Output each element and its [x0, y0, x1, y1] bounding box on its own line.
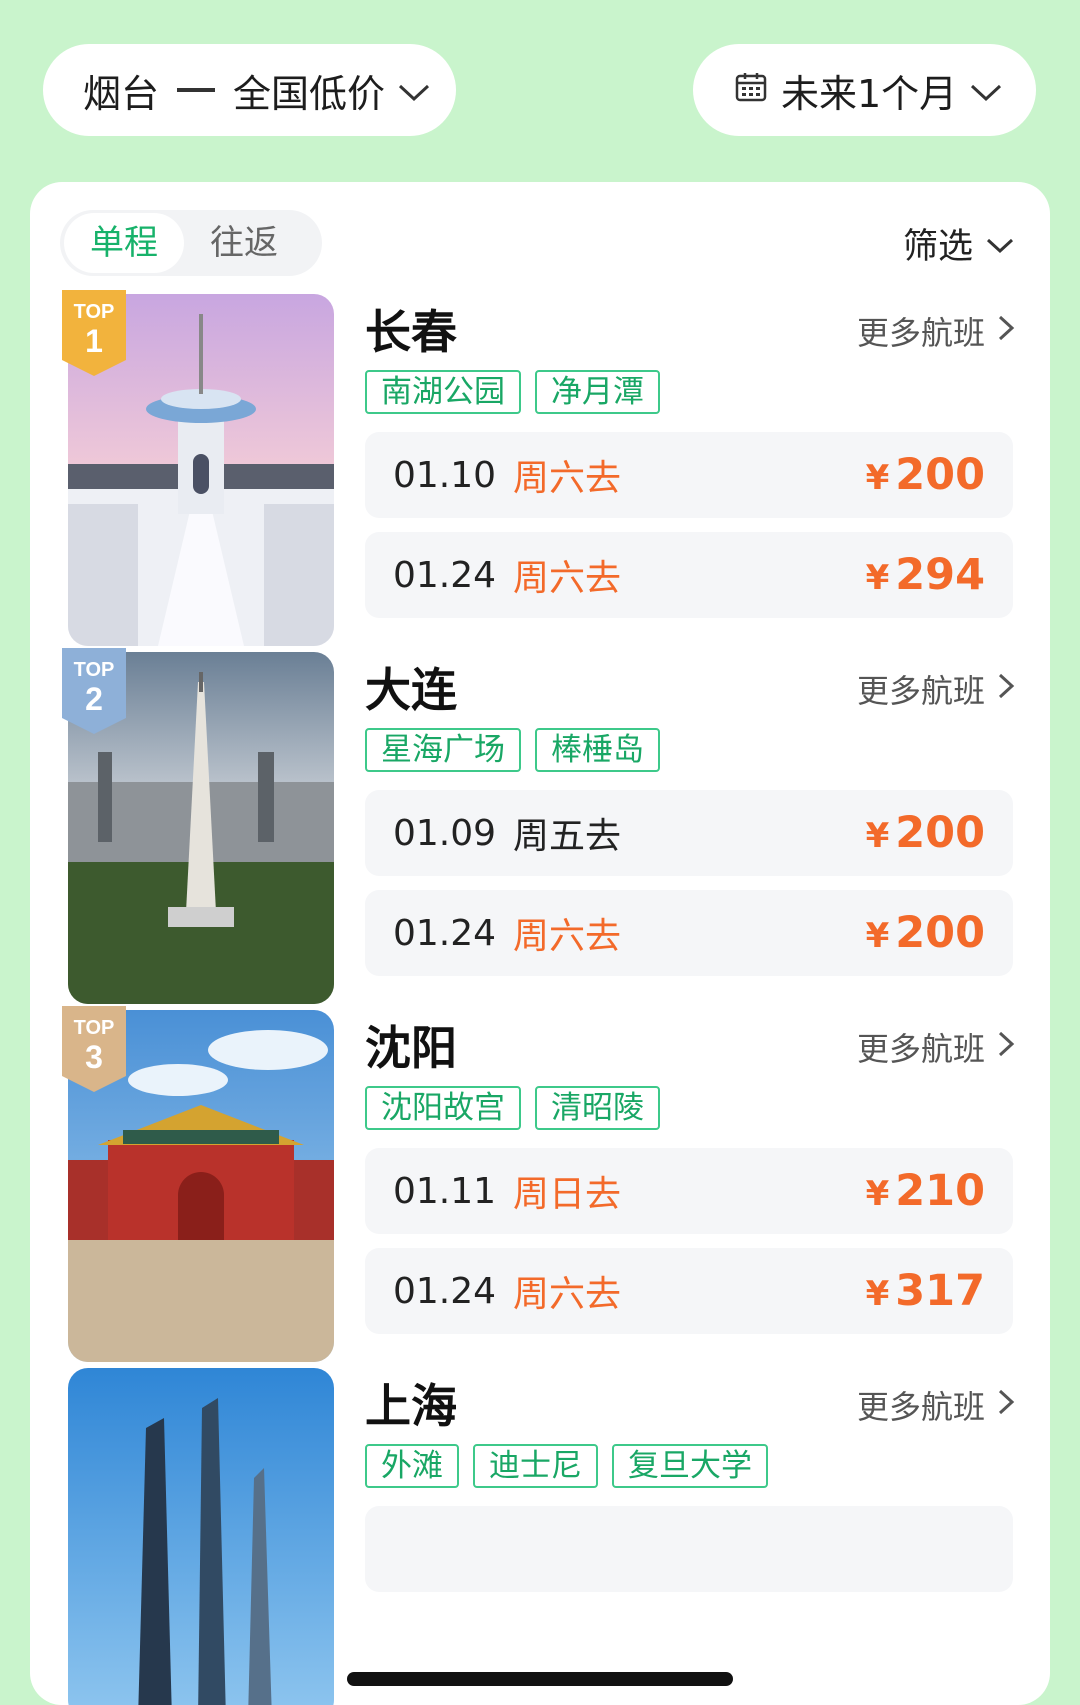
destination-item[interactable]: 上海 更多航班 外滩 迪士尼 复旦大学 [30, 1368, 1050, 1705]
tab-round-trip[interactable]: 往返 [184, 210, 304, 276]
flight-price: ¥200 [866, 808, 985, 858]
flight-date: 01.11 [393, 1170, 497, 1212]
flight-price: ¥200 [866, 450, 985, 500]
date-range-selector[interactable]: 未来1个月 [693, 44, 1036, 136]
currency-symbol: ¥ [865, 558, 890, 598]
route-dash [177, 88, 216, 92]
more-flights-link[interactable]: 更多航班 [857, 308, 1015, 354]
attraction-tag: 迪士尼 [473, 1444, 598, 1488]
more-flights-link[interactable]: 更多航班 [857, 1382, 1015, 1428]
price-value: 317 [895, 1266, 985, 1316]
destination-name: 大连 [365, 663, 457, 717]
more-flights-label: 更多航班 [856, 314, 985, 352]
rank-number: 1 [85, 323, 103, 359]
filter-label: 筛选 [902, 227, 973, 267]
tag-list: 沈阳故宫 清昭陵 [365, 1086, 660, 1130]
flight-option[interactable]: 01.24 周六去 ¥317 [365, 1248, 1013, 1334]
rank-number: 3 [85, 1039, 103, 1075]
currency-symbol: ¥ [865, 1174, 890, 1214]
results-card: 单程 往返 筛选 TOP 1 长春 更多航班 南湖公园 净月潭 01.10 周六… [30, 182, 1050, 1705]
rank-label: TOP [74, 301, 115, 323]
flight-day: 周六去 [513, 558, 622, 599]
price-value: 200 [895, 450, 985, 500]
flight-day: 周五去 [513, 816, 622, 857]
route-selector[interactable]: 烟台 全国低价 [43, 44, 456, 136]
price-value: 200 [895, 908, 985, 958]
flight-date: 01.24 [393, 554, 497, 596]
attraction-tag: 南湖公园 [365, 370, 521, 414]
flight-price: ¥200 [866, 908, 985, 958]
more-flights-link[interactable]: 更多航班 [857, 1024, 1015, 1070]
price-value: 200 [895, 808, 985, 858]
chevron-right-icon [997, 312, 1015, 350]
date-range-label: 未来1个月 [781, 71, 958, 116]
flight-day: 周六去 [513, 1274, 622, 1315]
price-value: 294 [895, 550, 985, 600]
chevron-right-icon [997, 1386, 1015, 1424]
price-value: 210 [895, 1166, 985, 1216]
calendar-icon [735, 68, 767, 112]
destination-name: 长春 [365, 305, 457, 359]
chevron-right-icon [997, 670, 1015, 708]
attraction-tag: 清昭陵 [535, 1086, 660, 1130]
attraction-tag: 净月潭 [535, 370, 660, 414]
destination-item[interactable]: TOP 3 沈阳 更多航班 沈阳故宫 清昭陵 01.11 周日去 ¥ 210 0… [30, 1006, 1050, 1370]
home-indicator[interactable] [347, 1672, 733, 1686]
flight-price: ¥294 [866, 550, 985, 600]
more-flights-link[interactable]: 更多航班 [857, 666, 1015, 712]
destination-photo [68, 1368, 334, 1705]
destination-item[interactable]: TOP 2 大连 更多航班 星海广场 棒棰岛 01.09 周五去 ¥ 200 0… [30, 648, 1050, 1012]
tag-list: 外滩 迪士尼 复旦大学 [365, 1444, 768, 1488]
currency-symbol: ¥ [865, 916, 890, 956]
flight-price: ¥210 [866, 1166, 985, 1216]
currency-symbol: ¥ [865, 458, 890, 498]
destination-name: 上海 [365, 1379, 457, 1433]
flight-option[interactable]: 01.24 周六去 ¥294 [365, 532, 1013, 618]
flight-option[interactable] [365, 1506, 1013, 1592]
tab-one-way[interactable]: 单程 [64, 213, 184, 273]
flight-day: 周六去 [513, 916, 622, 957]
rank-badge: TOP 2 [62, 648, 126, 736]
flight-option[interactable]: 01.24 周六去 ¥200 [365, 890, 1013, 976]
chevron-down-icon [985, 224, 1015, 264]
flight-date: 01.09 [393, 812, 497, 854]
flight-day: 周六去 [513, 458, 622, 499]
flight-option[interactable]: 01.09 周五去 ¥200 [365, 790, 1013, 876]
destination-item[interactable]: TOP 1 长春 更多航班 南湖公园 净月潭 01.10 周六去 ¥ 200 0… [30, 290, 1050, 654]
rank-label: TOP [74, 1017, 115, 1039]
flight-option[interactable]: 01.10 周六去 ¥200 [365, 432, 1013, 518]
chevron-down-icon [397, 68, 431, 112]
origin-city: 烟台 [83, 71, 160, 116]
filter-button[interactable]: 筛选 [903, 218, 1015, 269]
rank-badge: TOP 3 [62, 1006, 126, 1094]
destination-name: 沈阳 [365, 1021, 457, 1075]
flight-price: ¥317 [866, 1266, 985, 1316]
attraction-tag: 沈阳故宫 [365, 1086, 521, 1130]
attraction-tag: 棒棰岛 [535, 728, 660, 772]
more-flights-label: 更多航班 [856, 1388, 985, 1426]
flight-date: 01.24 [393, 1270, 497, 1312]
trip-type-toggle: 单程 往返 [60, 210, 322, 276]
flight-option[interactable]: 01.11 周日去 ¥210 [365, 1148, 1013, 1234]
rank-label: TOP [74, 659, 115, 681]
attraction-tag: 星海广场 [365, 728, 521, 772]
flight-date: 01.24 [393, 912, 497, 954]
tag-list: 星海广场 棒棰岛 [365, 728, 660, 772]
tag-list: 南湖公园 净月潭 [365, 370, 660, 414]
rank-number: 2 [85, 681, 103, 717]
more-flights-label: 更多航班 [856, 1030, 985, 1068]
destination-label: 全国低价 [233, 71, 386, 116]
attraction-tag: 外滩 [365, 1444, 459, 1488]
currency-symbol: ¥ [865, 1274, 890, 1314]
chevron-right-icon [997, 1028, 1015, 1066]
flight-day: 周日去 [513, 1174, 622, 1215]
rank-badge: TOP 1 [62, 290, 126, 378]
flight-date: 01.10 [393, 454, 497, 496]
attraction-tag: 复旦大学 [612, 1444, 768, 1488]
more-flights-label: 更多航班 [856, 672, 985, 710]
currency-symbol: ¥ [865, 816, 890, 856]
chevron-down-icon [969, 68, 1003, 112]
